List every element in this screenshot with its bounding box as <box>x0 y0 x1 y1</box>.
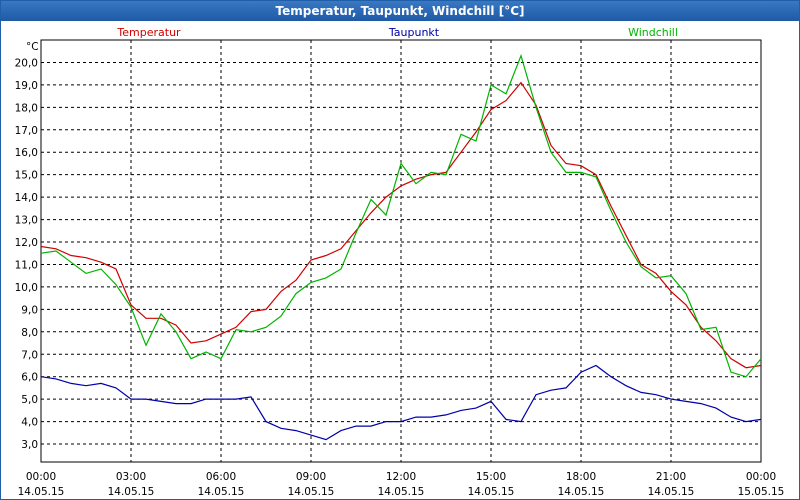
x-tick-date: 14.05.15 <box>468 486 515 498</box>
y-tick-label: 14,0 <box>15 192 38 204</box>
y-tick-label: 15,0 <box>15 170 38 182</box>
y-tick-label: 18,0 <box>15 102 38 114</box>
y-tick-label: 13,0 <box>15 215 38 227</box>
y-tick-label: 8,0 <box>21 327 38 339</box>
x-tick-time: 21:00 <box>656 471 686 483</box>
chart-window: Temperatur, Taupunkt, Windchill [°C] 3,0… <box>0 0 800 500</box>
x-tick-time: 12:00 <box>386 471 416 483</box>
y-tick-label: 5,0 <box>21 394 38 406</box>
y-tick-label: 4,0 <box>21 417 38 429</box>
x-tick-date: 14.05.15 <box>198 486 245 498</box>
x-tick-time: 00:00 <box>746 471 776 483</box>
line-chart: 3,0 4,0 5,0 6,0 7,0 8,0 9,0 10,0 11,0 12,0 13,0 14,… <box>15 26 785 498</box>
x-tick-date: 15.05.15 <box>738 486 785 498</box>
y-axis-label: °C <box>26 41 39 53</box>
x-tick-date: 14.05.15 <box>378 486 425 498</box>
y-tick-label: 12,0 <box>15 237 38 249</box>
y-tick-label: 7,0 <box>21 349 38 361</box>
x-tick-time: 15:00 <box>476 471 506 483</box>
x-tick-date: 14.05.15 <box>558 486 605 498</box>
y-tick-label: 9,0 <box>21 304 38 316</box>
x-tick-time: 06:00 <box>206 471 236 483</box>
y-tick-label: 11,0 <box>15 259 38 271</box>
y-tick-label: 19,0 <box>15 80 38 92</box>
x-tick-time: 18:00 <box>566 471 596 483</box>
legend-windchill: Windchill <box>628 26 678 39</box>
legend-taupunkt: Taupunkt <box>388 26 440 39</box>
x-tick-date: 14.05.15 <box>648 486 695 498</box>
x-tick-time: 09:00 <box>296 471 326 483</box>
y-tick-label: 16,0 <box>15 147 38 159</box>
y-tick-label: 20,0 <box>15 57 38 69</box>
x-tick-date: 14.05.15 <box>18 486 65 498</box>
y-tick-label: 17,0 <box>15 125 38 137</box>
x-tick-time: 00:00 <box>26 471 56 483</box>
y-tick-label: 6,0 <box>21 372 38 384</box>
y-tick-label: 10,0 <box>15 282 38 294</box>
x-tick-time: 03:00 <box>116 471 146 483</box>
x-tick-date: 14.05.15 <box>108 486 155 498</box>
legend-temperatur: Temperatur <box>116 26 181 39</box>
y-tick-label: 3,0 <box>21 439 38 451</box>
x-tick-date: 14.05.15 <box>288 486 335 498</box>
